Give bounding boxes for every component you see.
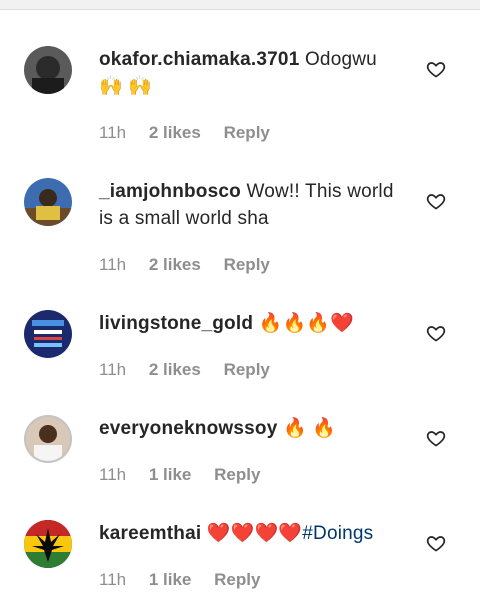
heart-outline-icon[interactable] <box>426 191 446 211</box>
comment-meta: 11h 1 like Reply <box>99 570 278 590</box>
comment-meta: 11h 2 likes Reply <box>99 255 288 275</box>
comment-likes[interactable]: 1 like <box>149 570 192 589</box>
reply-button[interactable]: Reply <box>224 360 270 379</box>
comment-time: 11h <box>99 570 127 589</box>
comment-time: 11h <box>99 255 127 274</box>
comment-username[interactable]: livingstone_gold <box>99 313 253 334</box>
heart-outline-icon[interactable] <box>426 428 446 448</box>
reply-button[interactable]: Reply <box>224 255 270 274</box>
comment-meta: 11h 2 likes Reply <box>99 360 288 380</box>
comment-time: 11h <box>99 465 127 484</box>
avatar[interactable] <box>24 46 72 94</box>
heart-outline-icon[interactable] <box>426 323 446 343</box>
comment-likes[interactable]: 1 like <box>149 465 192 484</box>
comment-time: 11h <box>99 123 127 142</box>
comment-text: kareemthai ❤️❤️❤️❤️#Doings <box>99 520 404 547</box>
reply-button[interactable]: Reply <box>214 570 260 589</box>
comment-username[interactable]: okafor.chiamaka.3701 <box>99 49 299 70</box>
comment-likes[interactable]: 2 likes <box>149 255 201 274</box>
comment-text: everyoneknowssoy 🔥 🔥 <box>99 415 404 442</box>
reply-button[interactable]: Reply <box>214 465 260 484</box>
comment-text: _iamjohnbosco Wow!! This world is a smal… <box>99 178 404 232</box>
comment-meta: 11h 2 likes Reply <box>99 123 288 143</box>
comment-likes[interactable]: 2 likes <box>149 360 201 379</box>
comment-username[interactable]: everyoneknowssoy <box>99 418 278 439</box>
comment-text: livingstone_gold 🔥🔥🔥❤️ <box>99 310 404 337</box>
comment-username[interactable]: kareemthai <box>99 523 201 544</box>
heart-outline-icon[interactable] <box>426 59 446 79</box>
comment-body: 🔥🔥🔥❤️ <box>258 313 355 334</box>
hashtag-link[interactable]: #Doings <box>302 523 373 544</box>
heart-outline-icon[interactable] <box>426 533 446 553</box>
comment-time: 11h <box>99 360 127 379</box>
avatar[interactable] <box>24 310 72 358</box>
comment-likes[interactable]: 2 likes <box>149 123 201 142</box>
comment-username[interactable]: _iamjohnbosco <box>99 181 241 202</box>
avatar[interactable] <box>24 415 72 463</box>
comment-body: ❤️❤️❤️❤️ <box>206 523 303 544</box>
comment-meta: 11h 1 like Reply <box>99 465 278 485</box>
comment-text: okafor.chiamaka.3701 Odogwu 🙌 🙌 <box>99 46 404 100</box>
avatar[interactable] <box>24 178 72 226</box>
avatar[interactable] <box>24 520 72 568</box>
top-edge-bar <box>0 0 480 10</box>
comment-body: 🔥 🔥 <box>283 418 337 439</box>
reply-button[interactable]: Reply <box>224 123 270 142</box>
